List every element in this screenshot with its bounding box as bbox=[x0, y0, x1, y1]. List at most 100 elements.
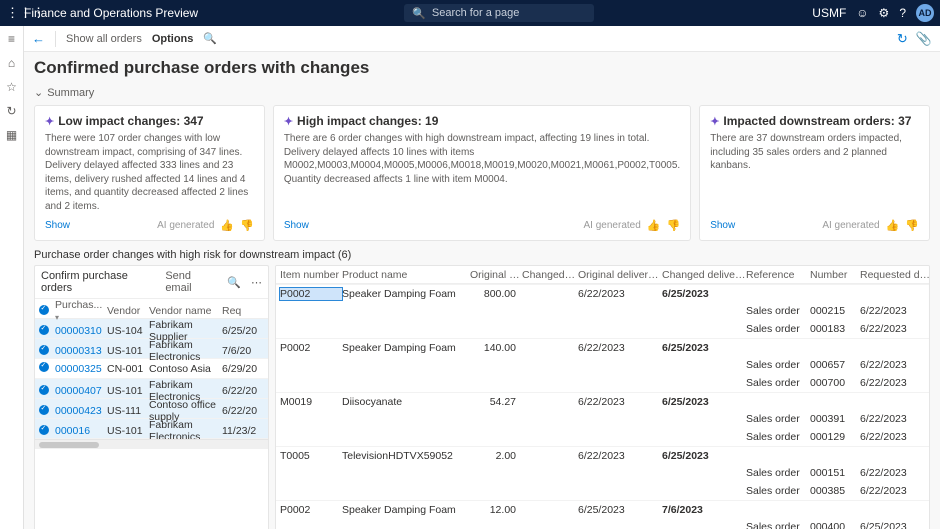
po-number[interactable]: 00000310 bbox=[55, 325, 107, 337]
downstream-row[interactable]: Sales order 000385 6/22/2023 0.20 bbox=[276, 482, 929, 500]
emoji-icon[interactable]: ☺ bbox=[856, 6, 868, 20]
nav-recent-icon[interactable]: ↻ bbox=[6, 104, 16, 118]
product-name: TelevisionHDTVX59052 bbox=[342, 450, 470, 462]
thumbs-up-icon[interactable]: 👍 bbox=[647, 219, 661, 232]
thumbs-up-icon[interactable]: 👍 bbox=[220, 219, 234, 232]
attach-icon[interactable]: 📎 bbox=[916, 31, 932, 47]
col-header[interactable]: Product name bbox=[342, 269, 470, 281]
col-po[interactable]: Purchas... bbox=[55, 299, 107, 323]
impact-row[interactable]: P0002 Speaker Damping Foam 140.00 6/22/2… bbox=[276, 338, 929, 356]
thumbs-down-icon[interactable]: 👎 bbox=[666, 219, 680, 232]
col-header[interactable]: Changed delivery d... bbox=[662, 269, 746, 281]
original-qty: 140.00 bbox=[470, 342, 522, 354]
downstream-row[interactable]: Sales order 000129 6/22/2023 10.85 bbox=[276, 428, 929, 446]
row-check[interactable] bbox=[39, 405, 55, 418]
row-check[interactable] bbox=[39, 362, 55, 375]
po-row[interactable]: 00000313 US-101 Fabrikam Electronics 7/6… bbox=[35, 339, 268, 359]
requested-date: 6/22/2023 bbox=[860, 485, 930, 497]
original-date: 6/22/2023 bbox=[578, 396, 662, 408]
row-check[interactable] bbox=[39, 325, 55, 338]
global-search[interactable]: 🔍 Search for a page bbox=[404, 4, 594, 22]
downstream-row[interactable]: Sales order 000400 6/25/2023 3.60 bbox=[276, 518, 929, 529]
send-email-button[interactable]: Send email bbox=[165, 270, 217, 294]
col-header[interactable]: Number bbox=[810, 269, 860, 281]
entity-label[interactable]: USMF bbox=[812, 6, 846, 20]
impact-row[interactable]: T0005 TelevisionHDTVX59052 2.00 6/22/202… bbox=[276, 446, 929, 464]
thumbs-down-icon[interactable]: 👎 bbox=[905, 219, 919, 232]
col-header[interactable]: Changed q... bbox=[522, 269, 578, 281]
original-date: 6/22/2023 bbox=[578, 450, 662, 462]
col-header[interactable]: Original delivery d... bbox=[578, 269, 662, 281]
nav-home-icon[interactable]: ⌂ bbox=[8, 56, 15, 70]
row-check[interactable] bbox=[39, 345, 55, 358]
col-header[interactable]: Original q... bbox=[470, 269, 522, 281]
po-number[interactable]: 00000407 bbox=[55, 385, 107, 397]
impact-row[interactable]: P0002 Speaker Damping Foam 12.00 6/25/20… bbox=[276, 500, 929, 518]
left-nav-rail: ≡ ⌂ ☆ ↻ ▦ bbox=[0, 26, 24, 529]
po-number[interactable]: 00000325 bbox=[55, 363, 107, 375]
refresh-icon[interactable]: ↻ bbox=[897, 31, 908, 47]
po-row[interactable]: 000016 US-101 Fabrikam Electronics 11/23… bbox=[35, 419, 268, 439]
summary-card: ✦Low impact changes: 347 There were 107 … bbox=[34, 105, 265, 241]
col-vendor-name[interactable]: Vendor name bbox=[149, 305, 222, 317]
impact-row[interactable]: M0019 Diisocyanate 54.27 6/22/2023 6/25/… bbox=[276, 392, 929, 410]
filter-icon[interactable]: 🔍 bbox=[203, 32, 217, 45]
back-button[interactable]: ← bbox=[32, 31, 45, 46]
checkbox-header[interactable] bbox=[39, 305, 55, 318]
search-placeholder: Search for a page bbox=[432, 7, 519, 19]
nav-menu-icon[interactable]: ≡ bbox=[8, 32, 15, 46]
col-header[interactable]: Item number bbox=[280, 269, 342, 281]
downstream-row[interactable]: Sales order 000657 6/22/2023 14.00 bbox=[276, 356, 929, 374]
downstream-row[interactable]: Sales order 000700 6/22/2023 42.00 bbox=[276, 374, 929, 392]
ai-generated-label: AI generated bbox=[822, 220, 879, 231]
nav-modules-icon[interactable]: ▦ bbox=[6, 128, 17, 142]
reference-number: 000400 bbox=[810, 521, 860, 529]
col-header[interactable]: Requested date bbox=[860, 269, 929, 281]
row-check[interactable] bbox=[39, 425, 55, 438]
reference-type: Sales order bbox=[746, 413, 810, 425]
more-icon[interactable]: ⋯ bbox=[251, 276, 262, 289]
help-icon[interactable]: ? bbox=[899, 6, 906, 20]
requested-date: 6/22/2023 bbox=[860, 359, 930, 371]
search-icon: 🔍 bbox=[412, 7, 426, 20]
horizontal-scrollbar[interactable] bbox=[35, 439, 268, 449]
top-bar: ⋮⋮⋮ Finance and Operations Preview 🔍 Sea… bbox=[0, 0, 940, 26]
tab-options[interactable]: Options bbox=[152, 33, 194, 45]
user-avatar[interactable]: AD bbox=[916, 4, 934, 22]
po-number[interactable]: 00000423 bbox=[55, 405, 107, 417]
po-row[interactable]: 00000407 US-101 Fabrikam Electronics 6/2… bbox=[35, 379, 268, 399]
po-row[interactable]: 00000325 CN-001 Contoso Asia 6/29/20 bbox=[35, 359, 268, 379]
show-link[interactable]: Show bbox=[45, 220, 70, 231]
tab-show-all-orders[interactable]: Show all orders bbox=[66, 33, 142, 45]
reference-type: Sales order bbox=[746, 359, 810, 371]
req-date: 6/22/20 bbox=[222, 385, 264, 397]
summary-card: ✦High impact changes: 19 There are 6 ord… bbox=[273, 105, 691, 241]
downstream-row[interactable]: Sales order 000151 6/22/2023 0.20 bbox=[276, 464, 929, 482]
changed-date: 6/25/2023 bbox=[662, 342, 746, 354]
requested-date: 6/22/2023 bbox=[860, 323, 930, 335]
reference-number: 000183 bbox=[810, 323, 860, 335]
thumbs-down-icon[interactable]: 👎 bbox=[240, 219, 254, 232]
reference-type: Sales order bbox=[746, 485, 810, 497]
col-vendor[interactable]: Vendor bbox=[107, 305, 149, 317]
show-link[interactable]: Show bbox=[710, 220, 735, 231]
confirm-orders-button[interactable]: Confirm purchase orders bbox=[41, 270, 155, 294]
item-number[interactable]: P0002 bbox=[280, 288, 342, 300]
col-req[interactable]: Req bbox=[222, 305, 264, 317]
row-check[interactable] bbox=[39, 385, 55, 398]
thumbs-up-icon[interactable]: 👍 bbox=[886, 219, 900, 232]
waffle-icon[interactable]: ⋮⋮⋮ bbox=[6, 5, 24, 21]
nav-star-icon[interactable]: ☆ bbox=[6, 80, 17, 94]
summary-toggle[interactable]: ⌄ Summary bbox=[34, 86, 930, 99]
col-header[interactable]: Reference bbox=[746, 269, 810, 281]
downstream-row[interactable]: Sales order 000391 6/22/2023 10.85 bbox=[276, 410, 929, 428]
po-number[interactable]: 000016 bbox=[55, 425, 107, 437]
settings-icon[interactable]: ⚙ bbox=[879, 6, 890, 20]
downstream-row[interactable]: Sales order 000215 6/22/2023 80.00 bbox=[276, 302, 929, 320]
show-link[interactable]: Show bbox=[284, 220, 309, 231]
po-row[interactable]: 00000423 US-111 Contoso office supply 6/… bbox=[35, 399, 268, 419]
search-icon[interactable]: 🔍 bbox=[227, 276, 241, 289]
downstream-row[interactable]: Sales order 000183 6/22/2023 80.00 bbox=[276, 320, 929, 338]
impact-row[interactable]: P0002 Speaker Damping Foam 800.00 6/22/2… bbox=[276, 284, 929, 302]
po-number[interactable]: 00000313 bbox=[55, 345, 107, 357]
